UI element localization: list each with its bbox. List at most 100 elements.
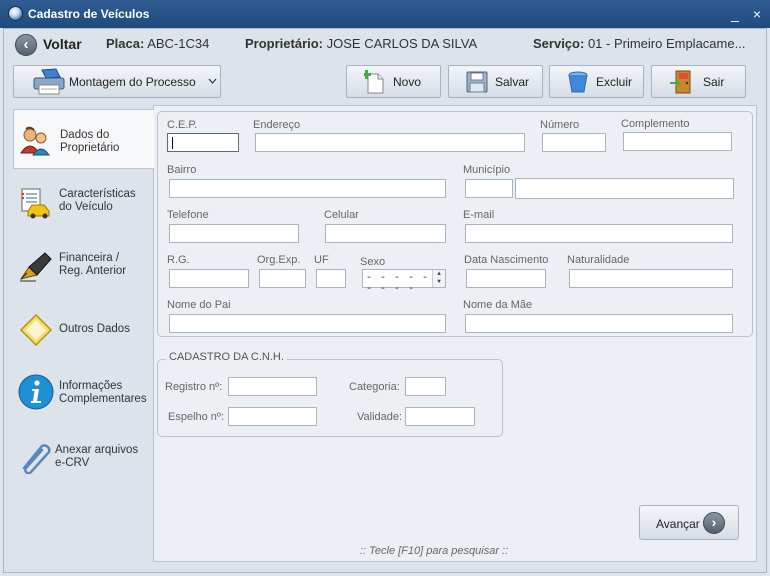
municipio-name-input[interactable]: [515, 178, 734, 199]
sidebar: Dados do Proprietário Características do V…: [13, 105, 154, 562]
bairro-label: Bairro: [167, 164, 197, 176]
nascimento-input[interactable]: [466, 269, 546, 288]
exit-door-icon: [670, 70, 691, 94]
pai-input[interactable]: [169, 314, 446, 333]
sidebar-item-outros-dados[interactable]: Outros Dados: [13, 305, 153, 365]
complemento-input[interactable]: [623, 132, 732, 151]
municipio-code-input[interactable]: [465, 179, 513, 198]
validade-label: Validade:: [357, 411, 403, 423]
email-input[interactable]: [465, 224, 733, 243]
orgexp-input[interactable]: [259, 269, 306, 288]
people-icon: [20, 126, 50, 156]
spinner-arrows-icon[interactable]: ▲ ▼: [432, 270, 445, 287]
novo-label: Novo: [393, 75, 422, 89]
avancar-label: Avançar: [656, 517, 700, 531]
info-bar: ‹ Voltar Placa: ABC-1C34 Proprietário: J…: [12, 34, 762, 56]
car-list-icon: [21, 188, 50, 219]
sidebar-item-label: Outros Dados: [59, 323, 130, 335]
trash-bin-icon: [568, 71, 588, 93]
mae-label: Nome da Mãe: [463, 299, 533, 311]
sexo-select[interactable]: - - - - - - - - - - ▲ ▼: [362, 269, 446, 295]
complemento-label: Complemento: [621, 118, 690, 130]
sidebar-item-anexar-arquivos[interactable]: Anexar arquivos e-CRV: [13, 433, 153, 493]
servico-info: Serviço: 01 - Primeiro Emplacame...: [533, 36, 745, 51]
excluir-button[interactable]: Excluir: [549, 65, 644, 98]
uf-input[interactable]: [316, 269, 346, 288]
chevron-down-icon: [208, 78, 217, 84]
sidebar-item-label: Anexar arquivos: [55, 444, 139, 456]
sexo-label: Sexo: [360, 256, 386, 268]
window-title: Cadastro de Veículos: [28, 7, 150, 21]
close-button[interactable]: ×: [748, 5, 766, 23]
sair-button[interactable]: Sair: [651, 65, 746, 98]
celular-label: Celular: [324, 209, 359, 221]
salvar-button[interactable]: Salvar: [448, 65, 543, 98]
placa-info: Placa: ABC-1C34: [106, 36, 209, 51]
sidebar-item-dados-proprietario[interactable]: Dados do Proprietário: [13, 109, 154, 169]
info-icon: [18, 374, 54, 410]
proprietario-label: Proprietário:: [245, 36, 324, 51]
diamond-icon: [19, 313, 53, 347]
sidebar-item-label: Financeira /: [59, 252, 120, 264]
search-hint: :: Tecle [F10] para pesquisar ::: [360, 545, 509, 557]
servico-value: 01 - Primeiro Emplacame...: [587, 36, 746, 51]
back-button[interactable]: Voltar: [43, 36, 82, 52]
placa-value: ABC-1C34: [147, 36, 210, 51]
mae-input[interactable]: [465, 314, 733, 333]
categoria-input[interactable]: [405, 377, 446, 396]
sidebar-item-label-2: e-CRV: [55, 457, 90, 469]
forward-arrow-icon: ›: [703, 512, 725, 534]
telefone-input[interactable]: [169, 224, 299, 243]
espelho-input[interactable]: [228, 407, 317, 426]
sidebar-item-label-2: Proprietário: [60, 142, 120, 154]
app-icon: [8, 6, 23, 21]
pai-label: Nome do Pai: [167, 299, 231, 311]
endereco-input[interactable]: [255, 133, 525, 152]
registro-input[interactable]: [228, 377, 317, 396]
printer-icon: [33, 68, 65, 95]
novo-button[interactable]: Novo: [346, 65, 441, 98]
cep-label: C.E.P.: [167, 119, 198, 131]
salvar-label: Salvar: [495, 75, 530, 89]
email-label: E-mail: [463, 209, 495, 221]
minimize-button[interactable]: _: [726, 5, 744, 23]
text-caret: [172, 137, 173, 149]
sidebar-item-informacoes-complementares[interactable]: Informações Complementares: [13, 369, 153, 429]
bairro-input[interactable]: [169, 179, 446, 198]
registro-label: Registro nº:: [165, 381, 223, 393]
title-bar: Cadastro de Veículos _ ×: [0, 0, 770, 28]
back-arrow-icon[interactable]: ‹: [15, 34, 37, 56]
rg-input[interactable]: [169, 269, 249, 288]
endereco-label: Endereço: [253, 119, 301, 131]
espelho-label: Espelho nº:: [168, 411, 224, 423]
montagem-dropdown[interactable]: Montagem do Processo: [13, 65, 221, 98]
uf-label: UF: [314, 254, 329, 266]
nascimento-label: Data Nascimento: [464, 254, 549, 266]
categoria-label: Categoria:: [349, 381, 400, 393]
avancar-button[interactable]: Avançar ›: [639, 505, 739, 540]
pen-icon: [19, 252, 52, 282]
cep-input[interactable]: [167, 133, 239, 152]
placa-label: Placa:: [106, 36, 145, 51]
proprietario-value: JOSE CARLOS DA SILVA: [326, 36, 478, 51]
numero-label: Número: [540, 119, 580, 131]
cnh-group-title: CADASTRO DA C.N.H.: [166, 351, 287, 363]
servico-label: Serviço:: [533, 36, 585, 51]
sidebar-item-label-2: do Veículo: [59, 201, 113, 213]
sidebar-item-label: Informações: [59, 380, 123, 392]
proprietario-info: Proprietário: JOSE CARLOS DA SILVA: [245, 36, 477, 51]
naturalidade-input[interactable]: [569, 269, 733, 288]
sidebar-item-financeira[interactable]: Financeira / Reg. Anterior: [13, 241, 153, 301]
sidebar-item-label: Características: [59, 188, 136, 200]
celular-input[interactable]: [325, 224, 446, 243]
montagem-label: Montagem do Processo: [69, 75, 196, 89]
new-document-icon: [364, 70, 384, 94]
sidebar-item-caracteristicas-veiculo[interactable]: Características do Veículo: [13, 177, 153, 237]
rg-label: R.G.: [167, 254, 190, 266]
naturalidade-label: Naturalidade: [567, 254, 630, 266]
sidebar-item-label: Dados do: [60, 129, 110, 141]
sair-label: Sair: [703, 75, 725, 89]
numero-input[interactable]: [542, 133, 606, 152]
validade-input[interactable]: [405, 407, 475, 426]
excluir-label: Excluir: [596, 75, 633, 89]
